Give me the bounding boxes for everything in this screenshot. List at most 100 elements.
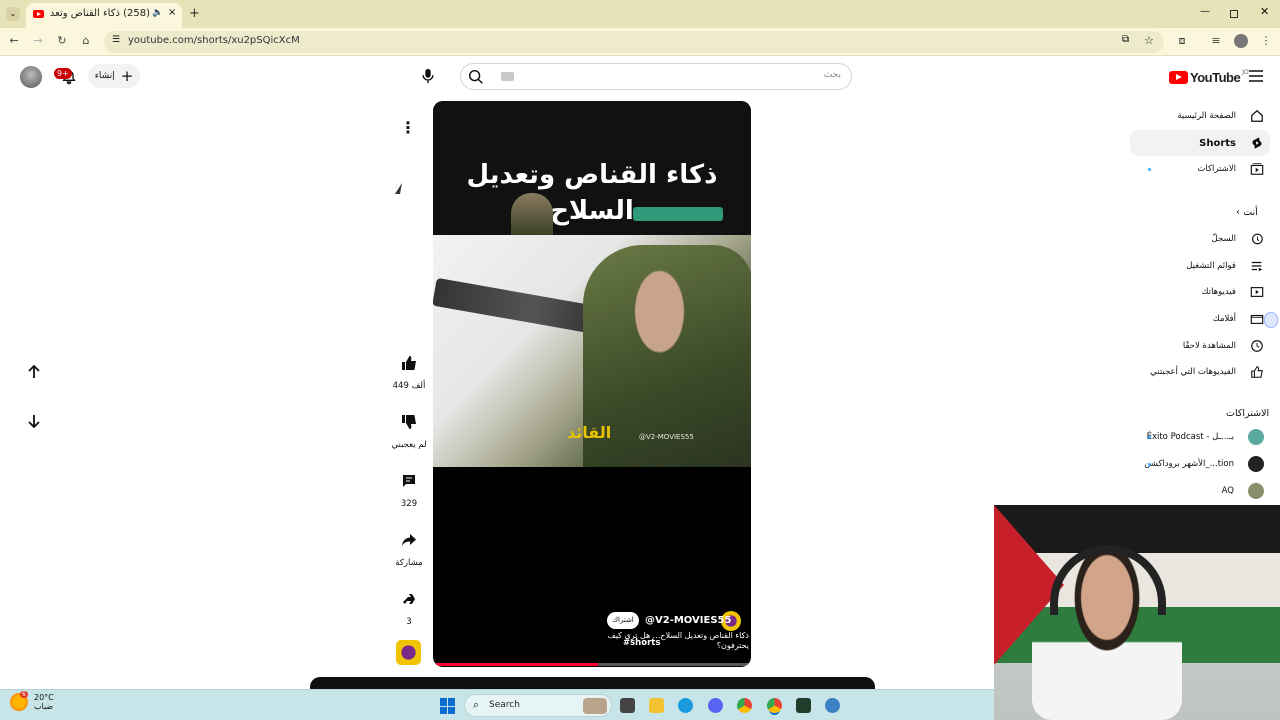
browser-tab[interactable]: (258) ذكاء القناص وتعديل الـ 🔈 × xyxy=(26,3,182,28)
site-info-icon[interactable]: ☰ xyxy=(112,35,120,45)
task-view-icon[interactable] xyxy=(620,698,635,713)
previous-short-arrow-up-icon[interactable] xyxy=(20,358,48,386)
home-browser-icon[interactable]: ⌂ xyxy=(78,34,94,47)
menu-hamburger-icon[interactable] xyxy=(1248,68,1264,84)
tab-search-icon[interactable]: ⌄ xyxy=(6,7,20,21)
new-tab-icon[interactable]: + xyxy=(189,6,200,21)
chrome-active-icon[interactable] xyxy=(767,698,782,713)
your-videos-icon xyxy=(1250,287,1264,297)
sidebar-item-watch-later[interactable]: المشاهدة لاحقًا xyxy=(1130,333,1270,359)
next-short-preview[interactable] xyxy=(310,677,875,689)
tab-close-icon[interactable]: × xyxy=(168,7,176,18)
sidebar-item-subscriptions[interactable]: الاشتراكات xyxy=(1130,156,1270,182)
sniper-photo: القائد @V2-MOVIES55 xyxy=(433,235,751,467)
minimize-icon[interactable]: — xyxy=(1200,6,1210,17)
voice-search-microphone-icon[interactable] xyxy=(416,64,440,88)
overlay-title-line1: ذكاء القناص وتعديل xyxy=(466,160,718,190)
reload-icon[interactable]: ↻ xyxy=(54,34,70,47)
taskbar-search-label: Search xyxy=(489,700,520,710)
sound-thumbnail[interactable] xyxy=(396,640,421,665)
weather-widget[interactable]: 6 20°C ضباب xyxy=(10,691,54,711)
small-soldier-image xyxy=(511,193,553,235)
remix-icon[interactable] xyxy=(395,585,423,613)
mouse-cursor-icon xyxy=(395,183,402,194)
sidebar-item-label: المشاهدة لاحقًا xyxy=(1182,341,1236,351)
overlay-caption: القائد xyxy=(567,423,612,442)
back-icon[interactable]: ← xyxy=(6,34,22,47)
youtube-logo[interactable]: YouTube JO xyxy=(1169,68,1249,86)
browser-menu-icon[interactable]: ⋮ xyxy=(1258,34,1274,47)
weather-condition: ضباب xyxy=(34,702,54,711)
tab-audio-icon[interactable]: 🔈 xyxy=(152,8,163,18)
like-action[interactable]: 449 ألف xyxy=(390,349,428,391)
playlists-icon xyxy=(1251,261,1263,272)
sidebar-item-label: AQ xyxy=(1221,486,1234,496)
weather-sun-icon: 6 xyxy=(10,691,28,711)
dislike-action[interactable]: لم يعجبني xyxy=(390,408,428,450)
sidebar-sub-exito-podcast[interactable]: Éxito Podcast - بـ...ـل xyxy=(1130,424,1270,450)
sidebar-item-movies[interactable]: أفلامك xyxy=(1130,306,1270,332)
youtube-favicon-icon xyxy=(33,10,44,18)
shorts-icon xyxy=(1252,137,1262,149)
voice-assistant-icon[interactable] xyxy=(1264,312,1278,328)
share-label: مشاركة xyxy=(395,558,423,568)
sidebar-item-label: الأشهر بروداكشن_...tion xyxy=(1144,459,1234,469)
windows-start-icon[interactable] xyxy=(440,698,456,714)
subscribe-button[interactable]: اشتراك xyxy=(607,612,639,629)
install-icon[interactable]: ⧉ xyxy=(1122,34,1129,45)
share-icon[interactable] xyxy=(395,526,423,554)
sidebar-item-shorts[interactable]: Shorts xyxy=(1130,130,1270,156)
chrome-icon[interactable] xyxy=(737,698,752,713)
sidebar-item-history[interactable]: السجلّ xyxy=(1130,226,1270,252)
search-input[interactable]: بحث xyxy=(824,70,841,80)
thumbs-up-icon[interactable] xyxy=(395,349,423,377)
video-caption[interactable]: ذكاء القناص وتعديل السلاح... هل ترى كيف … xyxy=(583,631,749,651)
search-box[interactable]: بحث xyxy=(460,63,852,90)
liked-icon xyxy=(1251,366,1263,378)
sidebar-item-liked-videos[interactable]: الفيديوهات التي أعجبتني xyxy=(1130,359,1270,385)
channel-name[interactable]: @V2-MOVIES55 xyxy=(645,615,731,626)
create-button[interactable]: إنشاء + xyxy=(88,64,140,88)
share-action[interactable]: مشاركة xyxy=(390,526,428,568)
keyboard-icon[interactable] xyxy=(501,72,514,81)
profile-avatar[interactable] xyxy=(1234,34,1248,48)
weather-temp: 20°C xyxy=(34,693,54,702)
search-icon[interactable] xyxy=(467,68,485,86)
maximize-icon[interactable] xyxy=(1230,10,1238,18)
shorts-video-player[interactable]: ذكاء القناص وتعديل السلاح القائد @V2-MOV… xyxy=(433,101,751,667)
weather-badge: 6 xyxy=(20,691,28,698)
thumbs-down-icon[interactable] xyxy=(395,408,423,436)
terminal-app-icon[interactable] xyxy=(796,698,811,713)
like-count: 449 ألف xyxy=(392,381,426,391)
bookmark-star-icon[interactable]: ☆ xyxy=(1144,34,1154,47)
window-close-icon[interactable]: ✕ xyxy=(1260,5,1269,18)
sidebar-item-home[interactable]: الصفحة الرئيسية xyxy=(1130,103,1270,129)
sidebar-sub-production[interactable]: الأشهر بروداكشن_...tion xyxy=(1130,451,1270,477)
you-section-header[interactable]: ‹ أنت xyxy=(1236,207,1258,218)
taskbar-search-icon: ⌕ xyxy=(473,698,480,711)
sidebar-item-playlists[interactable]: قوائم التشغيل xyxy=(1130,253,1270,279)
browser-tab-strip: ⌄ (258) ذكاء القناص وتعديل الـ 🔈 × + — ✕ xyxy=(0,0,1280,28)
address-bar[interactable]: ☰ youtube.com/shorts/xu2pSQicXcM ⧉ ☆ xyxy=(104,31,1164,53)
weather-text: 20°C ضباب xyxy=(34,693,54,711)
taskbar-search[interactable]: ⌕ Search xyxy=(464,694,612,717)
forward-icon[interactable]: → xyxy=(30,34,46,47)
comment-icon[interactable] xyxy=(395,467,423,495)
chromium-app-icon[interactable] xyxy=(825,698,840,713)
comments-action[interactable]: 329 xyxy=(390,467,428,509)
remix-action[interactable]: 3 xyxy=(390,585,428,627)
channel-avatar xyxy=(1248,456,1264,472)
file-explorer-icon[interactable] xyxy=(649,698,664,713)
subscriptions-section-header: الاشتراكات xyxy=(1226,408,1270,419)
more-options-icon[interactable]: ⋮ xyxy=(396,115,420,139)
next-short-arrow-down-icon[interactable] xyxy=(20,407,48,435)
edge-icon[interactable] xyxy=(678,698,693,713)
discord-icon[interactable] xyxy=(708,698,723,713)
sidebar-sub-aq[interactable]: AQ xyxy=(1130,478,1270,504)
account-avatar[interactable] xyxy=(20,66,42,88)
hashtag-link[interactable]: #shorts xyxy=(623,638,660,648)
sidebar-item-your-videos[interactable]: فيديوهاتك xyxy=(1130,279,1270,305)
media-control-icon[interactable]: ≡ xyxy=(1208,34,1224,47)
sidebar-item-label: الصفحة الرئيسية xyxy=(1177,111,1236,121)
extensions-icon[interactable]: ⧈ xyxy=(1174,34,1190,48)
